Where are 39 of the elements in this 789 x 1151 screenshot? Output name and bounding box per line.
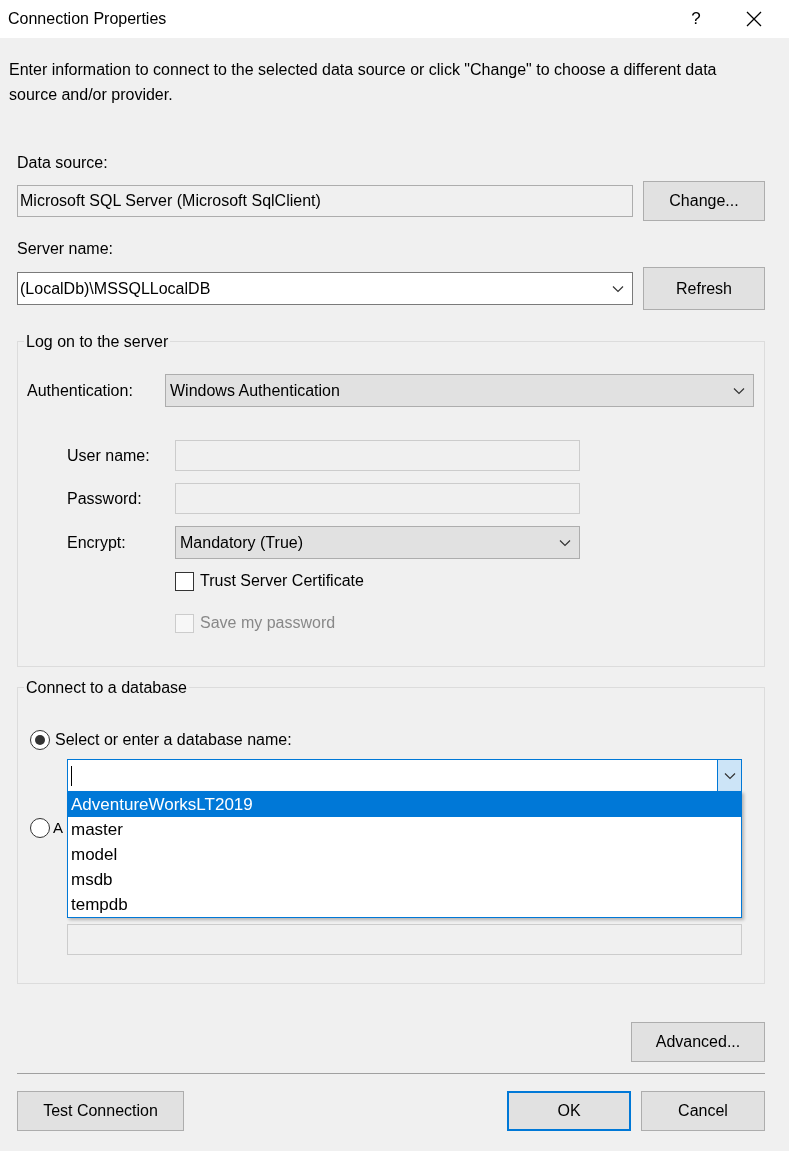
list-item[interactable]: tempdb: [68, 892, 741, 917]
help-button[interactable]: ?: [673, 0, 719, 38]
list-item[interactable]: master: [68, 817, 741, 842]
description: Enter information to connect to the selected data source or click "Change" to choose a different data source and/or provider.: [9, 60, 718, 105]
ok-button[interactable]: OK: [507, 1091, 631, 1131]
chevron-down-icon: [612, 284, 624, 293]
server-name-combo[interactable]: (LocalDb)\MSSQLLocalDB: [17, 272, 633, 305]
checkbox[interactable]: [175, 571, 194, 591]
authentication-select[interactable]: Windows Authentication: [165, 374, 754, 407]
refresh-button[interactable]: Refresh: [643, 267, 765, 310]
dropdown-button[interactable]: [717, 760, 741, 791]
cancel-button[interactable]: Cancel: [641, 1091, 765, 1131]
field-label: Encrypt:: [67, 532, 127, 553]
field-label: Authentication:: [27, 380, 134, 401]
radio-button[interactable]: [30, 730, 50, 750]
window-title: Connection Properties: [8, 9, 168, 29]
checkbox-label: Save my password: [200, 613, 336, 633]
list-item[interactable]: msdb: [68, 867, 741, 892]
checkbox-label: Trust Server Certificate: [200, 571, 364, 591]
encrypt-select[interactable]: Mandatory (True): [175, 526, 580, 559]
chevron-down-icon: [723, 771, 736, 780]
field-label: Server name:: [17, 239, 115, 259]
test-connection-button[interactable]: Test Connection: [17, 1091, 184, 1131]
advanced-button[interactable]: Advanced...: [631, 1022, 765, 1062]
chevron-down-icon: [559, 538, 571, 547]
database-combo[interactable]: [67, 759, 742, 792]
chevron-down-icon: [733, 386, 745, 395]
field-label: User name:: [67, 445, 151, 466]
radio-button[interactable]: [30, 818, 50, 839]
field-label: Data source:: [17, 153, 109, 173]
list-item[interactable]: AdventureWorksLT2019: [68, 792, 741, 817]
radio-label: Select or enter a database name:: [55, 730, 292, 750]
radio-label: A: [53, 818, 63, 838]
field-label: Password:: [67, 488, 143, 509]
data-source-field: Microsoft SQL Server (Microsoft SqlClient): [17, 185, 633, 217]
close-icon: [746, 11, 762, 27]
text-cursor: [71, 765, 72, 786]
list-item[interactable]: model: [68, 842, 741, 867]
change-button[interactable]: Change...: [643, 181, 765, 221]
